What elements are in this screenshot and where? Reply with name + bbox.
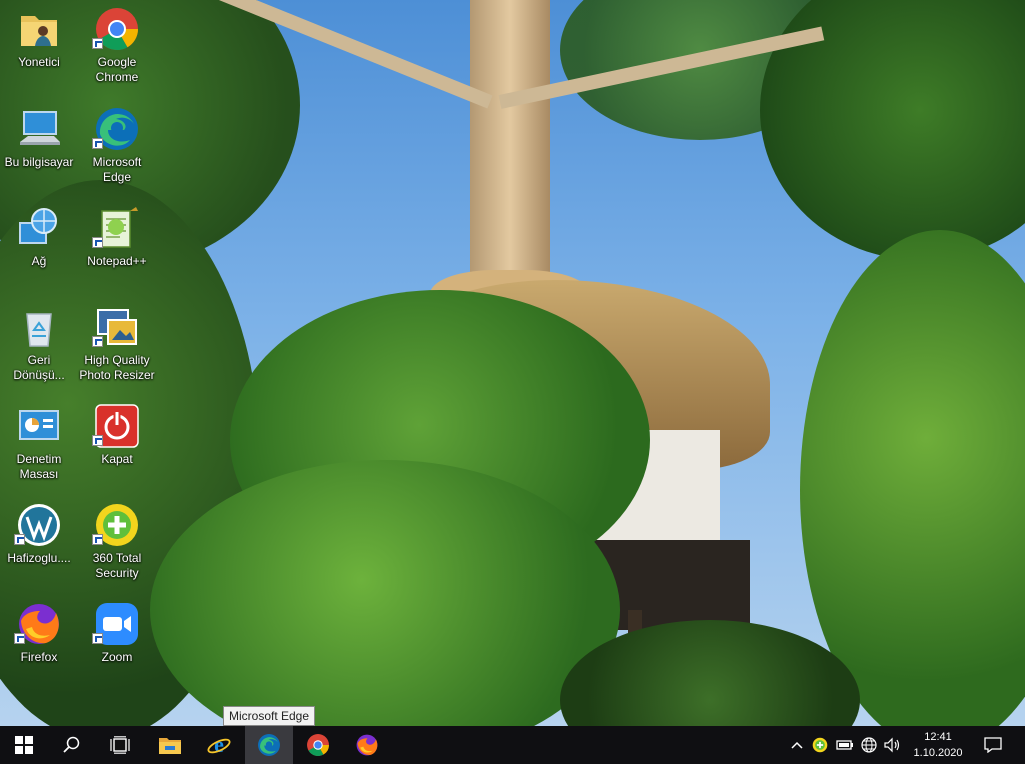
shortcut-arrow-icon [92,336,103,347]
desktop-icon-this-pc[interactable]: Bu bilgisayar [0,102,78,198]
control-panel-icon [19,410,59,440]
desktop-icon-photo-resizer[interactable]: High Quality Photo Resizer [78,300,156,396]
360-security-icon [812,737,828,753]
svg-text:e: e [214,733,224,757]
search-button[interactable] [48,726,96,764]
desktop-icon-label: Notepad++ [87,254,147,268]
desktop-icon-label: Yonetici [18,55,60,69]
shortcut-arrow-icon [92,534,103,545]
speaker-icon [884,737,900,753]
shortcut-arrow-icon [92,138,103,149]
desktop-icon-user-folder[interactable]: Yonetici [0,2,78,98]
desktop-icon-label: Geri Dönüşü... [13,353,65,382]
clock[interactable]: 12:41 1.10.2020 [906,726,970,764]
chevron-up-icon [791,741,803,749]
shortcut-arrow-icon [92,633,103,644]
shortcut-arrow-icon [92,38,103,49]
taskbar-internet-explorer[interactable]: e [196,726,242,764]
desktop-icon-360-total-security[interactable]: 360 Total Security [78,498,156,594]
edge-icon [258,734,280,756]
desktop-icon-zoom[interactable]: Zoom [78,597,156,693]
task-view-icon [110,736,130,754]
desktop-icon-label: Microsoft Edge [92,155,142,184]
computer-icon [20,111,60,145]
desktop-icon-network[interactable]: Ağ [0,201,78,297]
file-explorer-icon [159,738,181,754]
taskbar: e 12:41 1.10.2020 [0,726,1025,764]
desktop-icon-label: High Quality Photo Resizer [79,353,155,382]
desktop-icon-notepad-plus-plus[interactable]: Notepad++ [78,201,156,297]
tray-network[interactable] [858,726,880,764]
desktop-icon-label: Ağ [31,254,47,268]
chrome-icon [307,734,329,756]
desktop-icon-control-panel[interactable]: Denetim Masası [0,399,78,495]
taskbar-edge[interactable] [245,726,293,764]
desktop-icon-google-chrome[interactable]: Google Chrome [78,2,156,98]
desktop-icon-wordpress[interactable]: Hafizoglu.... [0,498,78,594]
battery-icon [836,740,853,750]
desktop-icon-label: Kapat [101,452,133,466]
desktop-icon-firefox[interactable]: Firefox [0,597,78,693]
desktop-icon-label: Bu bilgisayar [4,155,74,169]
desktop-icon-shutdown[interactable]: Kapat [78,399,156,495]
clock-date: 1.10.2020 [913,747,963,759]
user-folder-icon [21,16,57,46]
network-globe-icon [19,208,57,244]
taskbar-firefox[interactable] [343,726,391,764]
desktop-icon-microsoft-edge[interactable]: Microsoft Edge [78,102,156,198]
shortcut-arrow-icon [14,534,25,545]
desktop-icon-label: Firefox [20,650,58,664]
action-center-button[interactable] [978,726,1008,764]
taskbar-chrome[interactable] [294,726,342,764]
clock-time: 12:41 [924,731,952,743]
taskbar-file-explorer[interactable] [147,726,193,764]
network-globe-icon [861,737,877,753]
firefox-icon [356,734,378,756]
recycle-bin-icon [26,313,52,347]
tray-volume[interactable] [881,726,905,764]
internet-explorer-icon: e [207,733,231,757]
tray-360-security[interactable] [809,726,831,764]
shortcut-arrow-icon [14,633,25,644]
desktop-wallpaper: Yonetici Google Chrome Bu bilgisayar Mic… [0,0,1025,726]
show-hidden-icons-button[interactable] [786,726,808,764]
shortcut-arrow-icon [92,435,103,446]
windows-logo-icon [15,736,33,754]
search-icon [63,736,80,753]
desktop-icon-recycle-bin[interactable]: Geri Dönüşü... [0,300,78,396]
shortcut-arrow-icon [92,237,103,248]
tray-battery[interactable] [834,726,856,764]
desktop-icon-label: Zoom [101,650,133,664]
desktop-icon-label: Hafizoglu.... [7,551,71,565]
task-view-button[interactable] [96,726,144,764]
start-button[interactable] [0,726,48,764]
notification-icon [984,737,1002,753]
desktop-icon-label: 360 Total Security [92,551,142,580]
taskbar-tooltip: Microsoft Edge [223,706,316,726]
desktop-icon-label: Denetim Masası [16,452,62,481]
desktop-icon-label: Google Chrome [95,55,139,84]
